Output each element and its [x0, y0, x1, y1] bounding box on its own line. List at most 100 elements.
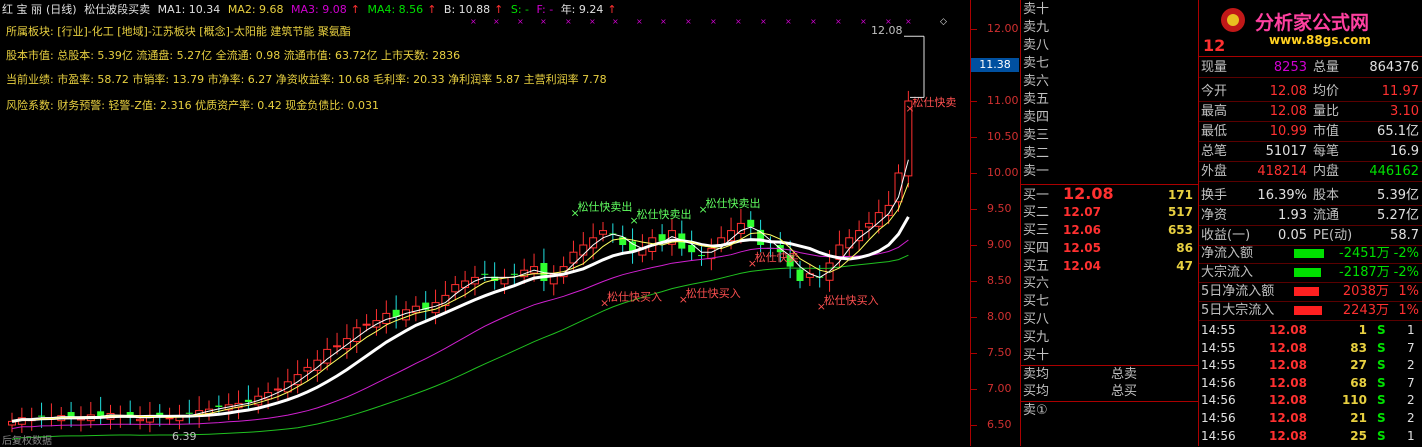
price-tick: 10.50 [987, 130, 1019, 143]
candle-body [707, 248, 716, 260]
sell-level-label: 卖十 [1023, 2, 1050, 17]
quote-row: 收益(一) 0.05 PE(动) 58.7 [1199, 226, 1422, 246]
candle-body [185, 412, 193, 414]
sell-level-label: 卖五 [1023, 92, 1050, 107]
buy-level-row[interactable]: 买六 [1021, 275, 1199, 293]
price-tick: 9.00 [987, 238, 1012, 251]
money-flow-bar [1294, 287, 1319, 296]
candle-body [864, 222, 873, 228]
top-dot-marker: × [810, 17, 817, 26]
quote-value: 58.7 [1390, 228, 1419, 243]
quote-row: 净资 1.93 流通 5.27亿 [1199, 206, 1422, 226]
high-label: 12.08 [871, 24, 903, 37]
price-tick: 10.00 [987, 166, 1019, 179]
money-flow-bar [1294, 249, 1324, 258]
quote-row: 总笔 51017 每笔 16.9 [1199, 142, 1422, 162]
money-flow-row: 5日大宗流入 2243万 1% [1199, 301, 1422, 321]
tick-side: S [1377, 411, 1386, 425]
top-dot-marker: × [565, 17, 572, 26]
tick-time: 14:56 [1201, 375, 1236, 390]
sell-level-row[interactable]: 卖一 [1021, 163, 1199, 181]
buy-level-row[interactable]: 买二 12.07 517 [1021, 203, 1199, 221]
tick-time: 14:56 [1201, 428, 1236, 443]
sell-level-row[interactable]: 卖六 [1021, 73, 1199, 91]
price-tick: 8.00 [987, 310, 1012, 323]
quote-row: 换手 16.39% 股本 5.39亿 [1199, 186, 1422, 206]
trade-tick-row: 14:55 12.08 27 S 2 [1199, 357, 1422, 375]
top-dot-marker: × [760, 17, 767, 26]
quote-value: 3.10 [1390, 104, 1419, 119]
top-dot-marker: × [540, 17, 547, 26]
quote-value: 1.93 [1278, 208, 1307, 223]
sell-level-row[interactable]: 卖九 [1021, 19, 1199, 37]
top-dot-marker: × [685, 17, 692, 26]
logo-url: www.88gs.com [1269, 33, 1371, 47]
buy-level-row[interactable]: 买九 [1021, 329, 1199, 347]
sell-level-row[interactable]: 卖十 [1021, 1, 1199, 19]
money-flow-value: -2451万 [1339, 246, 1390, 261]
tick-count: 7 [1407, 375, 1415, 390]
buy-level-label: 买九 [1023, 330, 1050, 345]
candle-body [273, 388, 282, 391]
money-flow-label: 大宗流入 [1201, 265, 1254, 280]
tick-price: 12.08 [1269, 393, 1307, 408]
kline-chart[interactable]: 红 宝 丽 (日线) 松仕波段买卖 MA1: 10.34 MA2: 9.68 MA… [0, 0, 970, 447]
buy-level-label: 买八 [1023, 312, 1050, 327]
money-flow-label: 5日净流入额 [1201, 284, 1275, 299]
buy-level-row[interactable]: 买四 12.05 86 [1021, 239, 1199, 257]
sell-level-row[interactable]: 卖三 [1021, 127, 1199, 145]
top-dot-marker: × [905, 17, 912, 26]
top-dot-marker: × [470, 17, 477, 26]
tick-price: 12.08 [1269, 340, 1307, 355]
quote-row: 今开 12.08 均价 11.97 [1199, 82, 1422, 102]
ma1-line [11, 216, 910, 423]
buy-level-row[interactable]: 买七 [1021, 293, 1199, 311]
tick-time: 14:55 [1201, 323, 1236, 337]
current-price: 12 [1203, 36, 1226, 55]
buy-level-row[interactable]: 买五 12.04 47 [1021, 257, 1199, 275]
tick-side: S [1377, 358, 1386, 373]
sell-level-label: 卖二 [1023, 146, 1050, 161]
tick-count: 1 [1407, 323, 1415, 337]
sell-level-row[interactable]: 卖八 [1021, 37, 1199, 55]
money-flow-value: -2187万 [1339, 265, 1390, 280]
money-flow-percent: -2% [1393, 246, 1419, 261]
top-dot-marker: × [612, 17, 619, 26]
money-flow-row: 5日净流入额 2038万 1% [1199, 282, 1422, 302]
sell-level-row[interactable]: 卖四 [1021, 109, 1199, 127]
quote-row: 外盘 418214 内盘 446162 [1199, 162, 1422, 182]
money-flow-percent: 1% [1398, 303, 1419, 318]
buy-level-price: 12.05 [1063, 241, 1101, 255]
buy-level-row[interactable]: 买三 12.06 653 [1021, 221, 1199, 239]
fast-line [11, 159, 909, 422]
quote-value: 10.99 [1269, 124, 1307, 139]
sell-level-row[interactable]: 卖五 [1021, 91, 1199, 109]
top-dot-marker: × [735, 17, 742, 26]
tick-count: 1 [1407, 428, 1415, 443]
sell-avg-label: 卖均 [1023, 367, 1050, 382]
sell-queue-tab[interactable]: 卖① [1021, 402, 1063, 420]
top-dot-marker: × [589, 17, 596, 26]
cursor-price-box: 11.38 [971, 58, 1019, 72]
candle-body [698, 255, 705, 257]
buy-level-price: 12.04 [1063, 259, 1101, 273]
buy-level-volume: 47 [1176, 259, 1193, 273]
sell-level-row[interactable]: 卖二 [1021, 145, 1199, 163]
sell-level-row[interactable]: 卖七 [1021, 55, 1199, 73]
buy-signal-label: 松仕快买入 [824, 293, 879, 307]
ma4-line [11, 254, 909, 440]
top-dot-marker: × [710, 17, 717, 26]
price-tick: 7.00 [987, 382, 1012, 395]
candle-body [303, 366, 312, 372]
sell-signal-label: 松仕快卖出 [706, 196, 761, 210]
tick-price: 12.08 [1269, 375, 1307, 390]
quote-value: 446162 [1369, 164, 1419, 179]
top-dot-marker: × [493, 17, 500, 26]
buy-level-row[interactable]: 买一 12.08 171 [1021, 185, 1199, 204]
buy-level-row[interactable]: 买十 [1021, 347, 1199, 365]
quote-value: 5.27亿 [1377, 208, 1419, 223]
quote-row: 最高 12.08 量比 3.10 [1199, 102, 1422, 122]
tick-count: 2 [1407, 411, 1415, 425]
buy-level-row[interactable]: 买八 [1021, 311, 1199, 329]
buy-level-volume: 653 [1167, 223, 1193, 237]
